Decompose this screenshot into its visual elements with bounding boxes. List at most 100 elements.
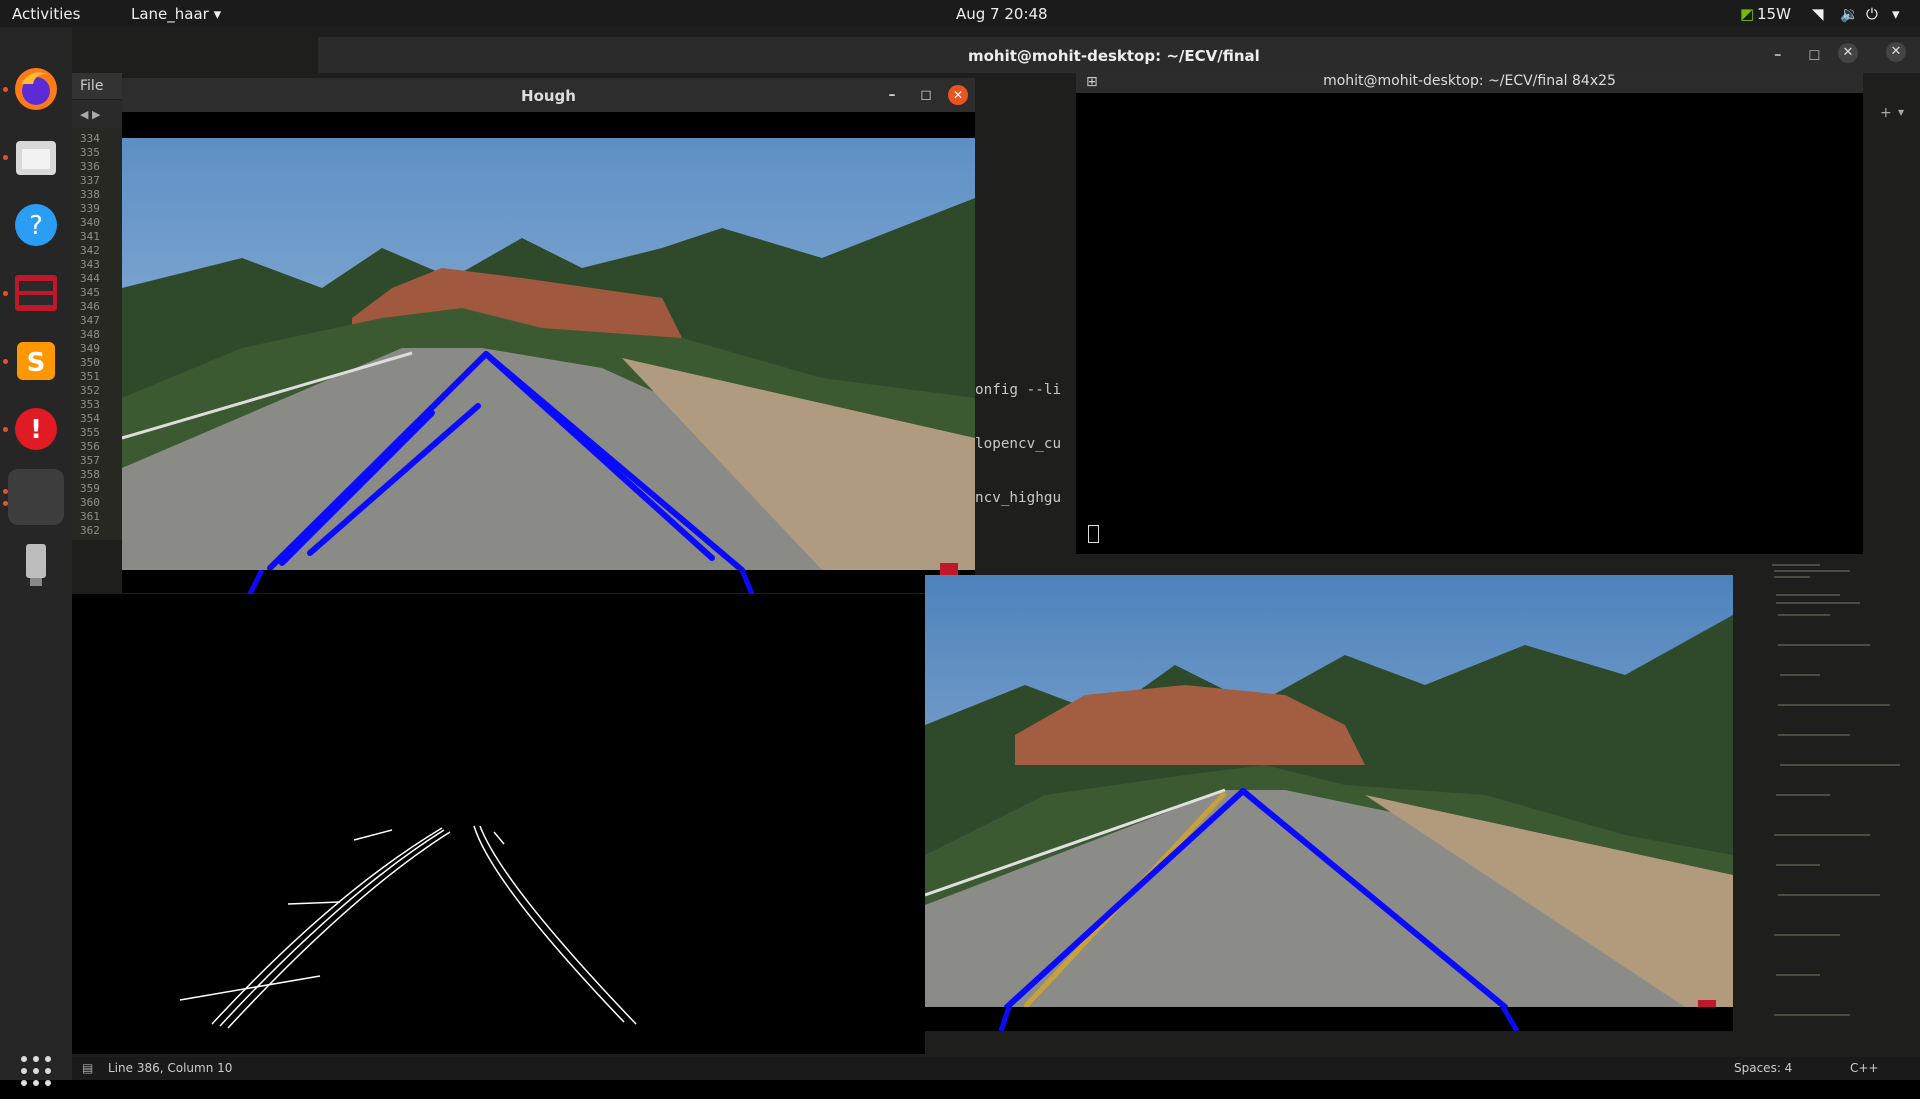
terminal-titlebar: ⊞ mohit@mohit-desktop: ~/ECV/final 84x25: [1076, 73, 1863, 93]
line-number-gutter: 334 335 336 337 338 339 340 341 342 343 344 345 346 3…: [72, 128, 122, 540]
volume-icon[interactable]: 🔉: [1840, 5, 1859, 23]
terminal-line: Aug 7 20:48:41 mohit-desktop Logs[11299]…: [1088, 488, 1820, 507]
editor-window-title: mohit@mohit-desktop: ~/ECV/final: [968, 47, 1260, 65]
dock: ? S !: [0, 27, 72, 1086]
minimap[interactable]: [1760, 555, 1920, 1055]
terminal-line: Aug 7 20:48:25 mohit-desktop Logs[11299]…: [1088, 200, 1820, 219]
files-icon[interactable]: [8, 129, 64, 185]
hough-titlebar: Hough – ◻ ✕: [122, 78, 975, 112]
chevron-down-icon[interactable]: ▾: [1892, 5, 1900, 23]
line-number: 350: [80, 356, 100, 369]
minimize-button[interactable]: –: [884, 87, 900, 103]
line-number: 344: [80, 272, 100, 285]
firefox-icon[interactable]: [8, 61, 64, 117]
terminal-line: Aug 7 20:48:23 mohit-desktop pulseaudio[…: [1088, 92, 1767, 111]
line-number: 345: [80, 286, 100, 299]
power-label[interactable]: 15W: [1757, 5, 1791, 23]
maximize-button[interactable]: ◻: [1808, 45, 1820, 63]
terminal-line: Aug 7 20:48:32 mohit-desktop Logs[11299]…: [1088, 326, 1820, 345]
app-grid-icon[interactable]: [8, 1043, 64, 1099]
partial-code: onfig --li lopencv_cu ncv_highgu: [975, 345, 1075, 525]
close-button[interactable]: ✕: [948, 85, 968, 105]
terminal-line: A driver 'snd_soc_tegra_machine_driver'.…: [1088, 110, 1766, 129]
panel-toggle-icon[interactable]: ▤: [82, 1061, 93, 1075]
line-number: 342: [80, 244, 100, 257]
maximize-button[interactable]: ◻: [918, 87, 934, 103]
line-number: 349: [80, 342, 100, 355]
line-number: 337: [80, 174, 100, 187]
editor-titlebar: mohit@mohit-desktop: ~/ECV/final – ◻ ✕: [318, 37, 1920, 73]
terminal-output: Aug 7 20:48:23 mohit-desktop pulseaudio[…: [1076, 93, 1863, 553]
terminal-line: Aug 7 20:48:26 mohit-desktop Logs[11299]…: [1088, 218, 1820, 237]
outer-close-button[interactable]: ✕: [1886, 42, 1906, 62]
app-menu[interactable]: Lane_haar ▾: [131, 5, 221, 23]
syntax-setting[interactable]: C++: [1850, 1061, 1879, 1075]
nvidia-icon: ◩: [1740, 5, 1755, 23]
svg-text:S: S: [27, 348, 46, 378]
terminal-line: Aug 7 20:48:27 mohit-desktop Logs[11299]…: [1088, 236, 1820, 255]
terminal-line: Aug 7 20:48:23 mohit-desktop pulseaudio[…: [1088, 146, 1809, 165]
terminal-line: Aug 7 20:48:24 mohit-desktop Logs[11299]…: [1088, 182, 1820, 201]
line-number: 355: [80, 426, 100, 439]
terminal-line: Aug 7 20:48:34 mohit-desktop Logs[11299]…: [1088, 362, 1820, 381]
tab-nav-arrows[interactable]: ◀ ▶: [72, 100, 122, 128]
line-number: 347: [80, 314, 100, 327]
app-menu-label: Lane_haar: [131, 5, 209, 23]
hough-title: Hough: [521, 87, 576, 105]
update-icon[interactable]: !: [8, 401, 64, 457]
terminal-tab-icon[interactable]: ⊞: [1086, 74, 1098, 90]
terminal-line: Aug 7 20:48:37 mohit-desktop Logs[11299]…: [1088, 416, 1820, 435]
line-number: 361: [80, 510, 100, 523]
line-number: 343: [80, 258, 100, 271]
terminal-line: Aug 7 20:48:38 mohit-desktop Logs[11299]…: [1088, 434, 1820, 453]
clock[interactable]: Aug 7 20:48: [956, 5, 1048, 23]
tab-menu-icon[interactable]: ▾: [1898, 105, 1904, 119]
line-number: 339: [80, 202, 100, 215]
line-number: 352: [80, 384, 100, 397]
indentation-setting[interactable]: Spaces: 4: [1734, 1061, 1792, 1075]
terminal-line: Aug 7 20:48:33 mohit-desktop Logs[11299]…: [1088, 344, 1820, 363]
power-icon[interactable]: ⏻: [1866, 5, 1878, 23]
minimize-button[interactable]: –: [1774, 45, 1782, 63]
line-number: 351: [80, 370, 100, 383]
lane-overflow: [925, 1005, 1733, 1033]
line-number: 353: [80, 398, 100, 411]
edges-window: [72, 594, 925, 1054]
line-number: 341: [80, 230, 100, 243]
sublime-icon[interactable]: S: [8, 333, 64, 389]
svg-text:?: ?: [29, 211, 43, 241]
hough-road-image: [122, 138, 975, 570]
line-number: 360: [80, 496, 100, 509]
terminal-line: however a subsequent snd_pcm_avail() ret…: [1088, 164, 1742, 183]
menu-file[interactable]: File: [72, 73, 122, 99]
line-number: 338: [80, 188, 100, 201]
blank-app-icon[interactable]: [8, 469, 64, 525]
line-number: 358: [80, 468, 100, 481]
terminal-title: mohit@mohit-desktop: ~/ECV/final 84x25: [1323, 73, 1616, 89]
wifi-icon[interactable]: ◥: [1812, 5, 1824, 23]
partial-line: onfig --li: [975, 382, 1062, 398]
line-number: 336: [80, 160, 100, 173]
line-number: 334: [80, 132, 100, 145]
cursor-position: Line 386, Column 10: [108, 1061, 233, 1075]
partial-line: lopencv_cu: [975, 436, 1062, 452]
terminal-line: Aug 7 20:48:28 mohit-desktop Logs[11299]…: [1088, 254, 1820, 273]
terminal-line: pers.: [1088, 128, 1128, 147]
usb-icon[interactable]: [8, 537, 64, 593]
line-number: 356: [80, 440, 100, 453]
terminal-line: Aug 7 20:48:39 mohit-desktop Logs[11299]…: [1088, 452, 1820, 471]
terminal-line: Aug 7 20:48:35 mohit-desktop Logs[11299]…: [1088, 380, 1820, 399]
status-bar: ▤ Line 386, Column 10 Spaces: 4 C++: [72, 1057, 1920, 1080]
terminal-icon[interactable]: [8, 265, 64, 321]
close-button[interactable]: ✕: [1838, 43, 1858, 63]
line-number: 359: [80, 482, 100, 495]
new-tab-icon[interactable]: +: [1880, 105, 1892, 121]
line-number: 335: [80, 146, 100, 159]
activities-button[interactable]: Activities: [12, 5, 80, 23]
line-number: 354: [80, 412, 100, 425]
lane-detection-image: [925, 575, 1733, 1007]
terminal-line: Aug 7 20:48:30 mohit-desktop Logs[11299]…: [1088, 290, 1820, 309]
terminal-line: Aug 7 20:48:40 mohit-desktop Logs[11299]…: [1088, 470, 1820, 489]
terminal-line: Aug 7 20:48:31 mohit-desktop Logs[11299]…: [1088, 308, 1820, 327]
help-icon[interactable]: ?: [8, 197, 64, 253]
